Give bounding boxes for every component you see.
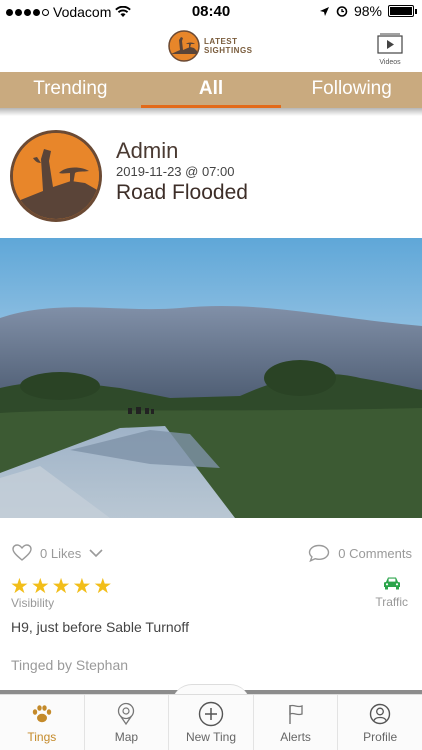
tab-trending[interactable]: Trending [0, 72, 141, 108]
user-icon [369, 703, 391, 725]
status-right: 98% [319, 3, 417, 19]
category-traffic: Traffic [375, 576, 408, 609]
paw-icon [32, 705, 51, 723]
heart-icon[interactable] [12, 544, 32, 562]
nav-label: New Ting [185, 730, 236, 744]
likes-control: 0 Likes [12, 544, 103, 562]
star-icon: ★ [93, 575, 113, 598]
bottom-nav: Tings Map New Ting Alerts Profile [0, 694, 422, 750]
nav-alerts[interactable]: Alerts [254, 695, 339, 750]
location-arrow-icon [319, 6, 329, 16]
comments-count: 0 Comments [338, 545, 412, 561]
map-icon [118, 702, 135, 726]
flag-icon [288, 704, 303, 724]
tab-all[interactable]: All [140, 72, 282, 108]
plus-circle-icon [198, 701, 224, 727]
logo-wordmark: LATEST SIGHTINGS [204, 37, 253, 55]
app-logo: LATEST SIGHTINGS [168, 30, 253, 62]
sighting-location: H9, just before Sable Turnoff [11, 619, 189, 635]
nav-label: Profile [363, 730, 398, 744]
tabs-shadow [0, 108, 422, 116]
post-title: Road Flooded [116, 181, 248, 204]
post-date: 2019-11-23 @ 07:00 [116, 164, 235, 179]
videos-label: Videos [379, 59, 401, 66]
post-username[interactable]: Admin [116, 138, 178, 164]
tab-following[interactable]: Following [281, 72, 422, 108]
post-actions: 0 Likes 0 Comments [0, 540, 422, 568]
category-label: Traffic [375, 595, 408, 609]
tinged-by: Tinged by Stephan [11, 657, 129, 673]
star-icon: ★ [51, 575, 71, 598]
avatar[interactable] [10, 130, 102, 222]
videos-button[interactable]: Videos [376, 32, 404, 66]
feed-tabs: Trending All Following [0, 72, 422, 108]
nav-new-ting[interactable]: New Ting [169, 695, 254, 750]
chevron-down-icon[interactable] [89, 548, 103, 558]
logo-line2: SIGHTINGS [204, 46, 253, 55]
status-bar: Vodacom 08:40 98% [0, 0, 422, 24]
visibility-label: Visibility [11, 596, 55, 610]
giraffe-avatar-icon [13, 133, 99, 219]
sighting-photo[interactable] [0, 238, 422, 518]
likes-count[interactable]: 0 Likes [40, 546, 81, 561]
app-screen: Vodacom 08:40 98% LATEST SIGHTINGS Video… [0, 0, 422, 750]
nav-label: Alerts [280, 730, 311, 744]
logo-line1: LATEST [204, 37, 238, 46]
nav-tings[interactable]: Tings [0, 695, 85, 750]
battery-percent: 98% [353, 3, 382, 19]
comments-control[interactable]: 0 Comments [308, 544, 412, 562]
giraffe-logo-icon [168, 30, 200, 62]
star-icon: ★ [72, 575, 92, 598]
nav-map[interactable]: Map [85, 695, 170, 750]
comment-bubble-icon [309, 544, 330, 562]
video-play-icon [377, 33, 403, 54]
app-header: LATEST SIGHTINGS Videos [0, 24, 422, 72]
car-icon [383, 577, 400, 590]
battery-icon [388, 5, 417, 17]
alarm-icon [336, 6, 348, 17]
flooded-road-image [0, 238, 422, 518]
nav-profile[interactable]: Profile [338, 695, 422, 750]
nav-label: Tings [27, 730, 57, 744]
nav-label: Map [114, 730, 139, 744]
